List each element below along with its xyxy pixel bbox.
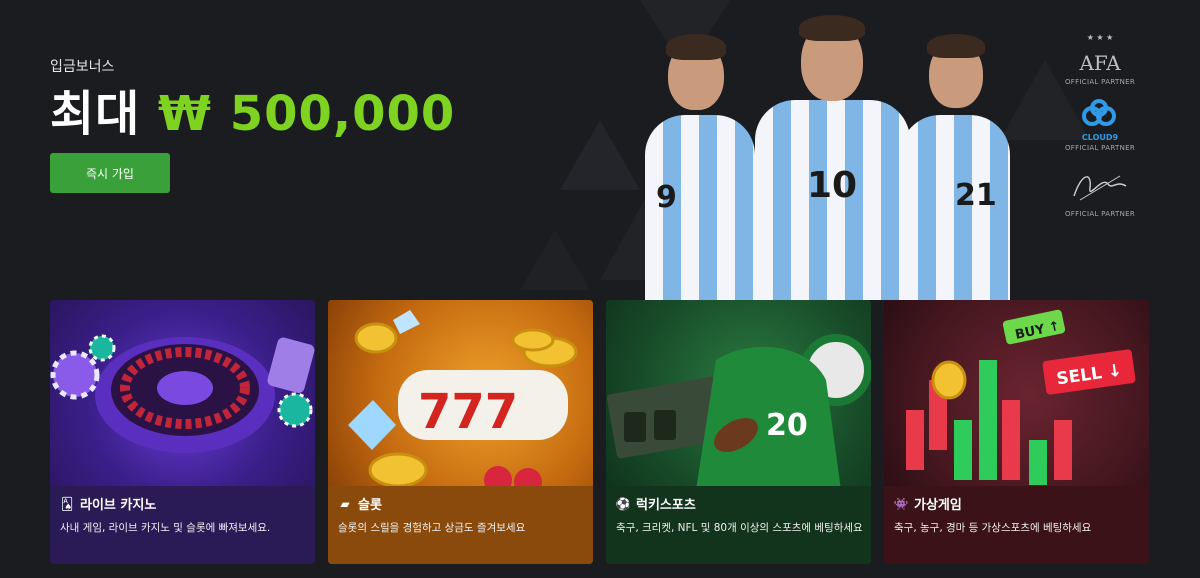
slot-icon: ▰ xyxy=(340,496,350,511)
card-lucky-sports[interactable]: 20 ⚽ 럭키스포츠 축구, 크리켓, NFL 및 80개 이상의 스포츠에 베… xyxy=(606,300,871,564)
cloud9-logo-icon: CLOUD9 xyxy=(1060,96,1140,144)
jersey-number: 9 xyxy=(656,180,677,215)
partners-list: ★ ★ ★ AFA OFFICIAL PARTNER CLOUD9 OFFICI… xyxy=(1060,30,1140,228)
hero-banner: 입금보너스 최대 ₩ 500,000 즉시 가입 9 21 10 ★ ★ ★ A… xyxy=(0,0,1200,300)
afa-logo-icon: ★ ★ ★ AFA xyxy=(1060,30,1140,78)
card-description: 축구, 농구, 경마 등 가상스포츠에 베팅하세요 xyxy=(894,522,1092,534)
card-slots[interactable]: 777 ▰ 슬롯 슬롯의 스릴을 경험하고 상금도 즐겨보세요 xyxy=(328,300,593,564)
players-image: 9 21 10 xyxy=(640,15,1020,300)
partner-label: OFFICIAL PARTNER xyxy=(1064,210,1135,218)
join-now-button[interactable]: 즉시 가입 xyxy=(50,153,170,193)
jersey-number: 21 xyxy=(955,178,997,213)
roulette-art xyxy=(50,300,315,490)
virtual-game-icon: 👾 xyxy=(893,496,909,511)
card-description: 사내 게임, 라이브 카지노 및 슬롯에 빠져보세요. xyxy=(60,522,271,534)
category-cards: 🂡 라이브 카지노 사내 게임, 라이브 카지노 및 슬롯에 빠져보세요. 77… xyxy=(50,300,1149,564)
slot-machine-art: 777 xyxy=(328,300,593,496)
signature-logo-icon xyxy=(1060,162,1140,210)
card-title-text: 가상게임 xyxy=(914,498,962,513)
svg-text:AFA: AFA xyxy=(1078,51,1121,75)
player-left: 9 xyxy=(640,30,760,300)
partner-label: OFFICIAL PARTNER xyxy=(1064,144,1135,152)
football-player-art: 20 xyxy=(606,300,871,490)
svg-text:777: 777 xyxy=(418,384,518,440)
jersey-number: 10 xyxy=(807,165,858,206)
partner-cloud9: CLOUD9 OFFICIAL PARTNER xyxy=(1060,96,1140,152)
card-live-casino[interactable]: 🂡 라이브 카지노 사내 게임, 라이브 카지노 및 슬롯에 빠져보세요. xyxy=(50,300,315,564)
card-title-text: 슬롯 xyxy=(358,498,382,513)
hero-headline: 최대 ₩ 500,000 xyxy=(50,84,455,144)
card-title: 👾 가상게임 xyxy=(893,494,962,514)
svg-text:CLOUD9: CLOUD9 xyxy=(1082,133,1119,142)
card-title: 🂡 라이브 카지노 xyxy=(60,494,157,514)
partner-label: OFFICIAL PARTNER xyxy=(1064,78,1135,86)
card-title: ▰ 슬롯 xyxy=(338,494,382,514)
card-title: ⚽ 럭키스포츠 xyxy=(615,494,696,514)
card-description: 슬롯의 스릴을 경험하고 상금도 즐겨보세요 xyxy=(338,522,526,534)
svg-text:20: 20 xyxy=(766,408,808,443)
partner-signature: OFFICIAL PARTNER xyxy=(1060,162,1140,218)
card-title-text: 라이브 카지노 xyxy=(80,498,157,513)
player-center: 10 xyxy=(755,15,910,300)
card-virtual-games[interactable]: BUY ↑ SELL ↓ 👾 가상게임 축구, 농구, 경마 등 가상스포츠에 … xyxy=(884,300,1149,564)
hero-subtitle: 입금보너스 xyxy=(50,59,115,75)
player-right: 21 xyxy=(895,28,1015,300)
svg-text:★ ★ ★: ★ ★ ★ xyxy=(1087,33,1114,42)
headline-prefix: 최대 xyxy=(50,86,141,142)
cards-icon: 🂡 xyxy=(60,496,74,511)
partner-afa: ★ ★ ★ AFA OFFICIAL PARTNER xyxy=(1060,30,1140,86)
soccer-ball-icon: ⚽ xyxy=(615,496,631,511)
card-title-text: 럭키스포츠 xyxy=(636,498,696,513)
trading-chart-art: BUY ↑ SELL ↓ xyxy=(884,300,1149,490)
bonus-amount: ₩ 500,000 xyxy=(158,86,456,142)
card-description: 축구, 크리켓, NFL 및 80개 이상의 스포츠에 베팅하세요 xyxy=(616,522,863,534)
